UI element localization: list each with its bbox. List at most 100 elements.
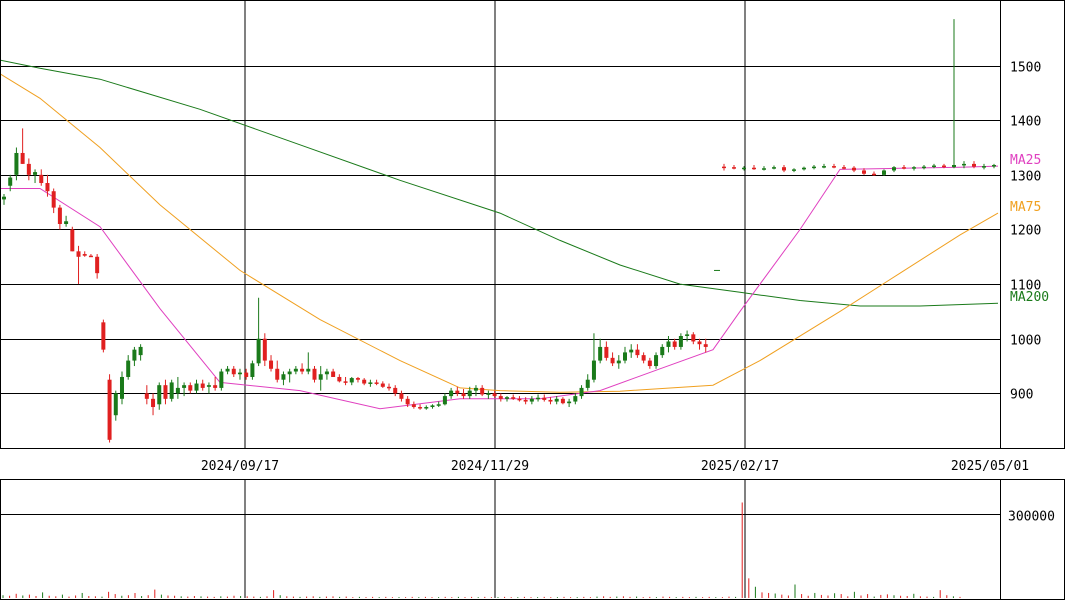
candle-body	[45, 183, 50, 192]
candle-body	[337, 376, 342, 382]
candle	[151, 393, 156, 416]
candle	[163, 379, 168, 405]
candle	[169, 379, 174, 402]
candle	[548, 397, 553, 405]
candle-body	[194, 383, 199, 391]
candle-body	[151, 398, 156, 408]
candle-body	[932, 165, 936, 168]
candle-body	[380, 383, 385, 387]
legend-ma25: MA25	[1010, 153, 1041, 168]
candle	[26, 158, 31, 181]
candle	[812, 164, 816, 170]
candle	[722, 163, 726, 171]
candle-body	[982, 166, 986, 168]
candle-body	[666, 341, 671, 347]
candle	[287, 368, 292, 383]
candle-body	[374, 382, 379, 384]
candle-body	[812, 166, 816, 169]
candle	[256, 297, 261, 367]
candle-body	[64, 221, 69, 224]
candle	[492, 390, 497, 398]
candle	[132, 346, 137, 367]
candle	[852, 166, 856, 173]
candle-body	[113, 393, 118, 416]
candle-body	[822, 166, 826, 168]
candle-body	[567, 401, 572, 404]
candle	[822, 163, 826, 169]
candle	[225, 366, 230, 375]
candle	[418, 404, 423, 410]
stock-chart: 900 1000 1100 1200 1300 1400 1500 300000 2024/09…	[0, 0, 1065, 600]
candle	[188, 382, 193, 394]
grid	[0, 0, 1000, 598]
candle	[703, 338, 708, 353]
candle-body	[629, 349, 634, 353]
ma200-line	[0, 59, 999, 307]
candle-body	[200, 383, 205, 388]
candle-body	[318, 374, 323, 380]
candle-body	[697, 341, 702, 345]
candle	[393, 385, 398, 397]
candle-body	[511, 397, 516, 399]
candle	[275, 360, 280, 383]
candle-body	[76, 251, 81, 257]
candle-body	[188, 385, 193, 391]
candle-body	[368, 382, 373, 384]
candle-body	[343, 381, 348, 383]
candle-body	[157, 385, 162, 405]
candle-body	[972, 163, 976, 167]
candle	[231, 366, 236, 377]
price-tick-label: 1500	[1010, 61, 1041, 76]
candle	[2, 193, 6, 205]
candle-body	[912, 167, 916, 169]
candle	[635, 344, 640, 358]
candle	[95, 254, 100, 279]
candle	[281, 371, 286, 386]
candle-body	[175, 387, 180, 394]
chart-canvas: 9001000110012001300140015003000002024/09…	[0, 0, 1065, 600]
candle-body	[742, 167, 746, 170]
candle	[57, 204, 62, 230]
candle-body	[461, 393, 466, 397]
candle-body	[82, 254, 87, 256]
candle	[194, 379, 199, 394]
candle-body	[119, 376, 124, 399]
candle-body	[691, 334, 696, 342]
candle-body	[892, 167, 896, 171]
candle	[560, 397, 565, 405]
candle-body	[455, 390, 460, 394]
candle	[82, 251, 87, 257]
candle-body	[107, 379, 112, 440]
candle	[76, 245, 81, 285]
price-tick-label: 1000	[1010, 334, 1041, 349]
candle-body	[517, 398, 522, 401]
candle-body	[467, 390, 472, 397]
candle-body	[275, 368, 280, 380]
candle-body	[498, 396, 503, 399]
candle-body	[206, 385, 211, 387]
candle	[529, 396, 534, 405]
candle-body	[411, 404, 416, 408]
candle	[782, 164, 786, 173]
candle-body	[182, 385, 187, 388]
candle	[331, 368, 336, 377]
candle	[300, 363, 305, 375]
candle	[20, 128, 25, 164]
candle-body	[772, 167, 776, 169]
candle-body	[678, 336, 683, 347]
date-tick-label: 2024/11/29	[451, 459, 529, 474]
candle-body	[418, 407, 423, 409]
candle	[772, 165, 776, 170]
candle-body	[529, 398, 534, 402]
candle-body	[486, 393, 491, 395]
candle-body	[213, 385, 218, 388]
candle	[362, 378, 367, 386]
candle-body	[312, 368, 317, 380]
candle	[992, 163, 996, 169]
candle	[610, 352, 615, 367]
candle	[355, 376, 360, 383]
candle-body	[480, 387, 485, 395]
candle	[182, 382, 187, 397]
candle	[213, 376, 218, 391]
candle-body	[20, 152, 25, 164]
